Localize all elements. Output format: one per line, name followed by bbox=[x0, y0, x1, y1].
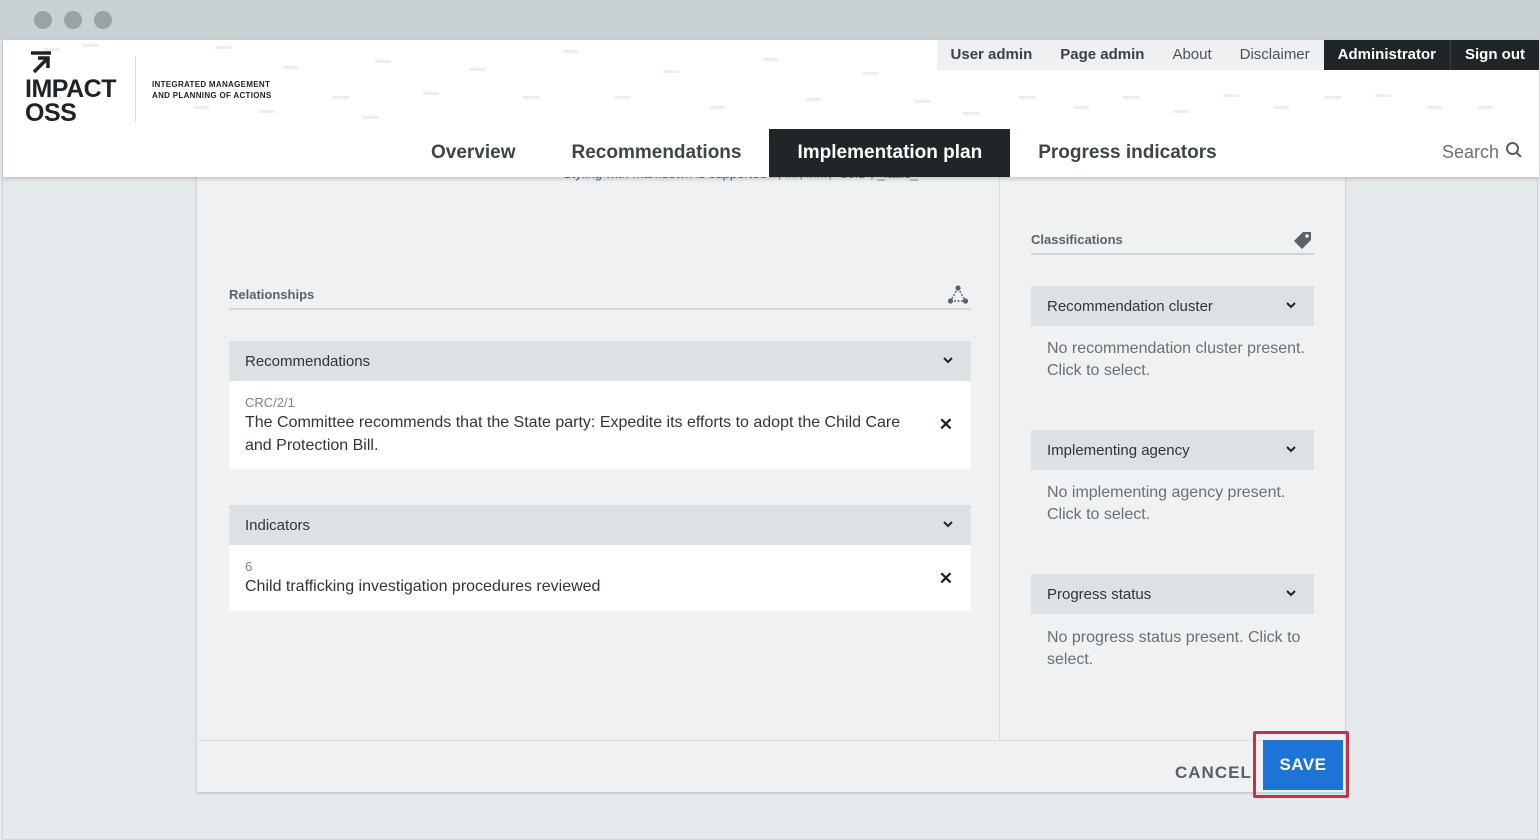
network-icon bbox=[947, 284, 969, 311]
tagline-line-2: and planning of actions bbox=[152, 91, 272, 100]
recommendation-text: The Committee recommends that the State … bbox=[245, 414, 901, 454]
administrator-link[interactable]: Administrator bbox=[1323, 40, 1450, 70]
search-link[interactable]: Search bbox=[1442, 141, 1523, 164]
tab-overview[interactable]: Overview bbox=[403, 129, 544, 177]
implementing-agency-empty[interactable]: No implementing agency present. Click to… bbox=[1047, 482, 1317, 526]
tab-implementation-plan[interactable]: Implementation plan bbox=[769, 129, 1011, 177]
recommendations-group-label: Recommendations bbox=[245, 352, 371, 370]
cancel-button[interactable]: CANCEL bbox=[1161, 754, 1266, 792]
save-button-highlight bbox=[1253, 731, 1349, 798]
remove-recommendation-icon[interactable]: ✕ bbox=[939, 415, 953, 435]
progress-status-header[interactable]: Progress status bbox=[1031, 574, 1314, 614]
about-link[interactable]: About bbox=[1158, 40, 1226, 70]
window-titlebar bbox=[0, 0, 1540, 40]
recommendation-cluster-empty[interactable]: No recommendation cluster present. Click… bbox=[1047, 338, 1317, 382]
sign-out-link[interactable]: Sign out bbox=[1450, 40, 1539, 70]
disclaimer-link[interactable]: Disclaimer bbox=[1225, 40, 1324, 70]
chevron-down-icon bbox=[941, 517, 955, 535]
recommendation-cluster-header[interactable]: Recommendation cluster bbox=[1031, 286, 1314, 326]
top-nav: User admin Page admin About Disclaimer A… bbox=[936, 40, 1539, 70]
site-header: IMPACT OSS Integrated management and pla… bbox=[3, 40, 1539, 177]
tag-icon bbox=[1293, 230, 1313, 255]
main-nav: Overview Recommendations Implementation … bbox=[403, 129, 1245, 177]
recommendations-group-header[interactable]: Recommendations bbox=[229, 341, 971, 381]
indicator-text: Child trafficking investigation procedur… bbox=[245, 578, 601, 595]
indicator-ref: 6 bbox=[245, 559, 253, 574]
progress-status-empty[interactable]: No progress status present. Click to sel… bbox=[1047, 627, 1317, 671]
tab-progress-indicators[interactable]: Progress indicators bbox=[1010, 129, 1244, 177]
search-label: Search bbox=[1441, 142, 1499, 162]
window-minimize-dot[interactable] bbox=[64, 11, 82, 29]
window-maximize-dot[interactable] bbox=[94, 11, 112, 29]
classifications-rule bbox=[1031, 253, 1314, 255]
implementing-agency-label: Implementing agency bbox=[1047, 441, 1190, 459]
chevron-down-icon bbox=[941, 353, 955, 371]
recommendation-item[interactable]: CRC/2/1 The Committee recommends that th… bbox=[229, 381, 971, 469]
browser-window: Styling with Markdown is supported #, ##… bbox=[0, 0, 1540, 840]
chevron-down-icon bbox=[1284, 586, 1298, 604]
progress-status-label: Progress status bbox=[1047, 585, 1152, 603]
edit-form-card: Styling with Markdown is supported #, ##… bbox=[197, 150, 1345, 792]
logo-divider bbox=[135, 56, 136, 122]
user-admin-link[interactable]: User admin bbox=[936, 40, 1047, 70]
logo-word-oss: OSS bbox=[25, 99, 77, 127]
indicators-group-header[interactable]: Indicators bbox=[229, 505, 971, 545]
classifications-title: Classifications bbox=[1031, 232, 1123, 247]
remove-indicator-icon[interactable]: ✕ bbox=[939, 569, 953, 589]
implementing-agency-header[interactable]: Implementing agency bbox=[1031, 430, 1314, 470]
page: Styling with Markdown is supported #, ##… bbox=[2, 40, 1539, 840]
window-close-dot[interactable] bbox=[34, 11, 52, 29]
tab-recommendations[interactable]: Recommendations bbox=[544, 129, 770, 177]
recommendation-cluster-label: Recommendation cluster bbox=[1047, 297, 1213, 315]
column-divider bbox=[999, 150, 1000, 740]
chevron-down-icon bbox=[1284, 298, 1298, 316]
page-admin-link[interactable]: Page admin bbox=[1046, 40, 1159, 70]
chevron-down-icon bbox=[1284, 442, 1298, 460]
relationships-rule bbox=[229, 308, 971, 310]
relationships-title: Relationships bbox=[229, 287, 315, 302]
search-icon bbox=[1505, 141, 1523, 164]
indicators-group-label: Indicators bbox=[245, 516, 311, 534]
impact-oss-logo[interactable]: IMPACT OSS bbox=[25, 50, 135, 126]
recommendation-ref: CRC/2/1 bbox=[245, 395, 295, 410]
indicator-item[interactable]: 6 Child trafficking investigation proced… bbox=[229, 545, 971, 611]
logo-tagline: Integrated management and planning of ac… bbox=[152, 79, 272, 101]
tagline-line-1: Integrated management bbox=[152, 80, 271, 89]
footer-divider bbox=[197, 740, 1345, 741]
